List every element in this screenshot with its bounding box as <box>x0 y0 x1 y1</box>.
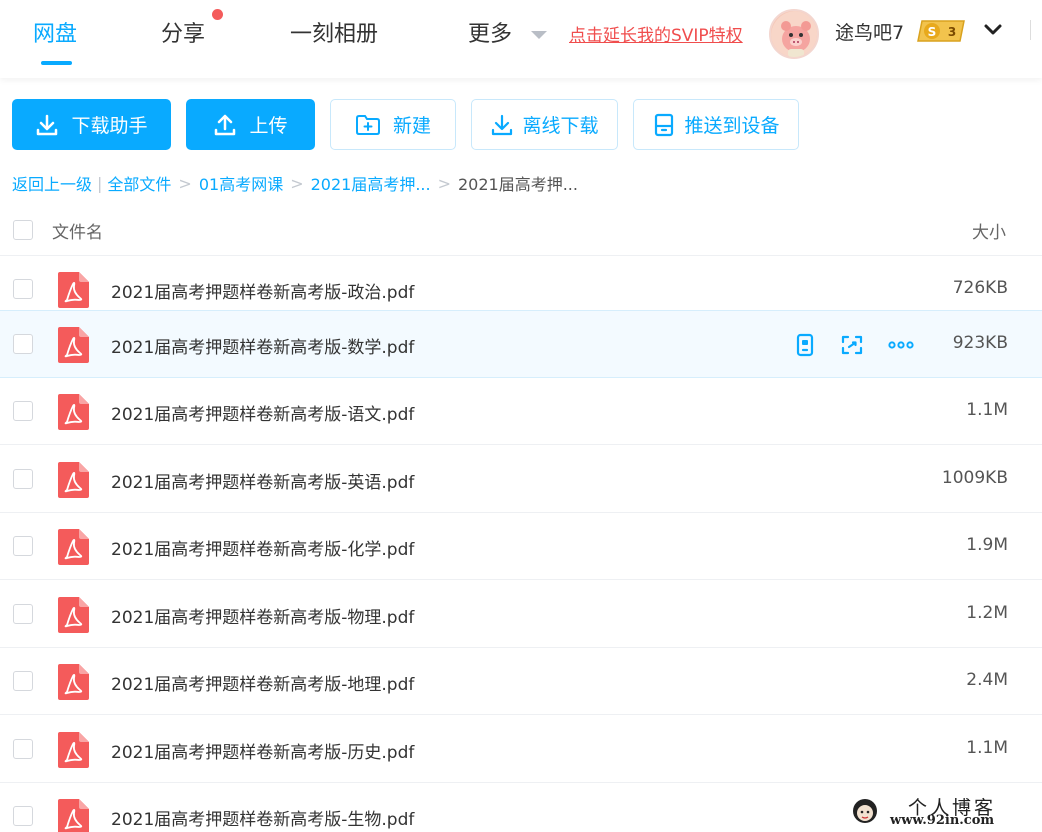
offline-download-icon <box>492 114 513 135</box>
breadcrumb-course[interactable]: 01高考网课 <box>199 171 283 195</box>
new-folder-icon <box>355 114 380 135</box>
pdf-file-icon <box>58 597 89 633</box>
pig-avatar-icon <box>771 11 817 57</box>
push-to-device-button[interactable]: 推送到设备 <box>633 99 799 150</box>
pdf-file-icon <box>58 394 89 430</box>
tab-netdisk[interactable]: 网盘 <box>33 16 77 48</box>
offline-download-button[interactable]: 离线下载 <box>471 99 618 150</box>
column-size[interactable]: 大小 <box>972 218 1006 243</box>
file-size: 726KB <box>952 278 1008 298</box>
active-tab-indicator <box>41 61 72 65</box>
file-row[interactable]: 2021届高考押题样卷新高考版-数学.pdf 923KB <box>0 310 1042 378</box>
column-name[interactable]: 文件名 <box>52 218 103 243</box>
file-name[interactable]: 2021届高考押题样卷新高考版-历史.pdf <box>111 738 414 763</box>
upload-icon <box>215 114 236 135</box>
chevron-down-icon[interactable] <box>983 22 1003 38</box>
file-size: 1.2M <box>966 603 1008 623</box>
upload-label: 上传 <box>249 115 288 137</box>
breadcrumb-chevron: > <box>290 173 304 193</box>
watermark-url: www.92in.com <box>890 813 995 828</box>
pdf-file-icon <box>58 462 89 498</box>
vip-level: 3 <box>948 25 956 39</box>
pdf-file-icon <box>58 327 89 363</box>
phone-icon[interactable] <box>793 333 817 357</box>
file-size: 923KB <box>952 333 1008 353</box>
watermark: 个人博客 www.92in.com <box>848 793 1042 832</box>
row-checkbox[interactable] <box>13 671 33 691</box>
row-checkbox[interactable] <box>13 469 33 489</box>
row-checkbox[interactable] <box>13 401 33 421</box>
caret-down-icon[interactable] <box>531 31 547 39</box>
more-icon[interactable] <box>888 333 914 357</box>
download-icon <box>37 114 58 135</box>
file-name[interactable]: 2021届高考押题样卷新高考版-地理.pdf <box>111 670 414 695</box>
avatar[interactable] <box>769 9 819 59</box>
notification-dot <box>212 9 223 20</box>
pdf-file-icon <box>58 272 89 308</box>
row-checkbox[interactable] <box>13 334 33 354</box>
file-row[interactable]: 2021届高考押题样卷新高考版-语文.pdf 1.1M <box>0 378 1042 445</box>
vip-badge-icon: S 3 <box>917 20 965 42</box>
file-name[interactable]: 2021届高考押题样卷新高考版-语文.pdf <box>111 400 414 425</box>
pdf-file-icon <box>58 799 89 832</box>
file-size: 2.4M <box>966 670 1008 690</box>
file-size: 1.1M <box>966 400 1008 420</box>
row-checkbox[interactable] <box>13 806 33 826</box>
svip-renew-link[interactable]: 点击延长我的SVIP特权 <box>569 21 743 46</box>
breadcrumb-divider: | <box>97 173 103 193</box>
row-checkbox[interactable] <box>13 536 33 556</box>
breadcrumb-chevron: > <box>437 173 451 193</box>
nav-divider <box>1030 20 1031 40</box>
file-size: 1.1M <box>966 738 1008 758</box>
file-name[interactable]: 2021届高考押题样卷新高考版-物理.pdf <box>111 603 414 628</box>
file-name[interactable]: 2021届高考押题样卷新高考版-化学.pdf <box>111 535 414 560</box>
file-name[interactable]: 2021届高考押题样卷新高考版-英语.pdf <box>111 468 414 493</box>
file-name[interactable]: 2021届高考押题样卷新高考版-数学.pdf <box>111 333 414 358</box>
push-to-device-label: 推送到设备 <box>684 115 780 137</box>
file-name[interactable]: 2021届高考押题样卷新高考版-政治.pdf <box>111 278 414 303</box>
top-nav: 网盘 分享 一刻相册 更多 点击延长我的SVIP特权 途鸟吧7 S 3 <box>0 0 1042 78</box>
breadcrumb-parent[interactable]: 2021届高考押... <box>311 171 431 195</box>
new-folder-button[interactable]: 新建 <box>330 99 456 150</box>
username[interactable]: 途鸟吧7 <box>835 18 904 45</box>
upload-button[interactable]: 上传 <box>186 99 315 150</box>
file-size: 1.9M <box>966 535 1008 555</box>
breadcrumb-current: 2021届高考押... <box>458 175 578 194</box>
download-helper-button[interactable]: 下载助手 <box>12 99 171 150</box>
select-all-checkbox[interactable] <box>13 220 33 240</box>
file-row[interactable]: 2021届高考押题样卷新高考版-物理.pdf 1.2M <box>0 581 1042 648</box>
device-icon <box>655 113 674 136</box>
file-name[interactable]: 2021届高考押题样卷新高考版-生物.pdf <box>111 805 414 830</box>
tab-share[interactable]: 分享 <box>161 16 205 48</box>
offline-download-label: 离线下载 <box>522 115 599 137</box>
pdf-file-icon <box>58 529 89 565</box>
pdf-file-icon <box>58 664 89 700</box>
file-list-header: 文件名 大小 <box>0 208 1042 256</box>
back-link[interactable]: 返回上一级 <box>12 171 92 195</box>
row-checkbox[interactable] <box>13 604 33 624</box>
pdf-file-icon <box>58 732 89 768</box>
file-row[interactable]: 2021届高考押题样卷新高考版-化学.pdf 1.9M <box>0 513 1042 580</box>
breadcrumb-chevron: > <box>178 173 192 193</box>
blog-logo-icon <box>853 799 877 823</box>
file-row[interactable]: 2021届高考押题样卷新高考版-地理.pdf 2.4M <box>0 648 1042 715</box>
tab-album[interactable]: 一刻相册 <box>290 16 378 48</box>
file-size: 1009KB <box>941 468 1008 488</box>
tab-more[interactable]: 更多 <box>468 16 512 48</box>
breadcrumb: 返回上一级 | 全部文件 > 01高考网课 > 2021届高考押... > 20… <box>12 171 578 195</box>
share-link-icon[interactable] <box>840 333 864 357</box>
breadcrumb-all-files[interactable]: 全部文件 <box>107 171 171 195</box>
new-label: 新建 <box>392 115 431 137</box>
download-helper-label: 下载助手 <box>71 115 148 137</box>
file-row[interactable]: 2021届高考押题样卷新高考版-历史.pdf 1.1M <box>0 716 1042 783</box>
row-checkbox[interactable] <box>13 279 33 299</box>
row-checkbox[interactable] <box>13 739 33 759</box>
vip-symbol: S <box>928 25 937 39</box>
file-row[interactable]: 2021届高考押题样卷新高考版-英语.pdf 1009KB <box>0 446 1042 513</box>
